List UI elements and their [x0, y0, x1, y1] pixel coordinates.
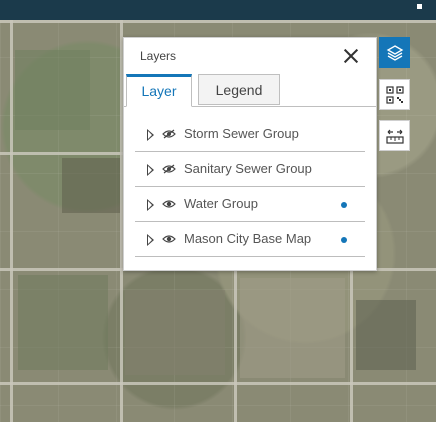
- qr-grid-icon: [385, 85, 404, 104]
- layer-row-storm-sewer[interactable]: Storm Sewer Group: [135, 117, 365, 152]
- top-bar-marker: [417, 4, 422, 9]
- panel-title: Layers: [140, 49, 177, 63]
- map-field: [240, 278, 345, 378]
- close-icon[interactable]: [342, 47, 360, 65]
- expand-caret-icon[interactable]: [147, 234, 154, 246]
- measure-icon: [385, 129, 404, 144]
- qr-grid-button[interactable]: [379, 79, 410, 110]
- map-road: [0, 382, 436, 385]
- layer-label: Sanitary Sewer Group: [184, 161, 312, 176]
- map-field: [356, 300, 416, 370]
- layer-row-water[interactable]: Water Group: [135, 187, 365, 222]
- eye-hidden-icon[interactable]: [162, 129, 176, 139]
- expand-caret-icon[interactable]: [147, 199, 154, 211]
- layer-row-sanitary-sewer[interactable]: Sanitary Sewer Group: [135, 152, 365, 187]
- eye-visible-icon[interactable]: [162, 199, 176, 209]
- map-field: [18, 275, 108, 370]
- eye-visible-icon[interactable]: [162, 234, 176, 244]
- layer-label: Water Group: [184, 196, 258, 211]
- expand-caret-icon[interactable]: [147, 129, 154, 141]
- map-road: [10, 0, 13, 422]
- layers-icon: [386, 44, 403, 61]
- measure-button[interactable]: [379, 120, 410, 151]
- map-road: [0, 152, 123, 155]
- map-field: [125, 290, 225, 375]
- map-road: [350, 260, 353, 422]
- layer-row-mason-city-base-map[interactable]: Mason City Base Map: [135, 222, 365, 257]
- map-field: [15, 50, 90, 130]
- layer-status-dot: [341, 237, 347, 243]
- layers-button[interactable]: [379, 37, 410, 68]
- map-road: [0, 20, 436, 23]
- eye-hidden-icon[interactable]: [162, 164, 176, 174]
- top-bar: [0, 0, 436, 20]
- map-road: [234, 260, 237, 422]
- expand-caret-icon[interactable]: [147, 164, 154, 176]
- map-field: [62, 158, 120, 213]
- tab-legend[interactable]: Legend: [198, 74, 280, 105]
- layer-status-dot: [341, 202, 347, 208]
- layer-label: Storm Sewer Group: [184, 126, 299, 141]
- tab-layer[interactable]: Layer: [126, 74, 192, 107]
- layers-panel: Layers Layer Legend Storm Sewer Group Sa…: [123, 37, 377, 271]
- panel-tabs: Layer Legend: [124, 74, 376, 107]
- layer-label: Mason City Base Map: [184, 231, 312, 246]
